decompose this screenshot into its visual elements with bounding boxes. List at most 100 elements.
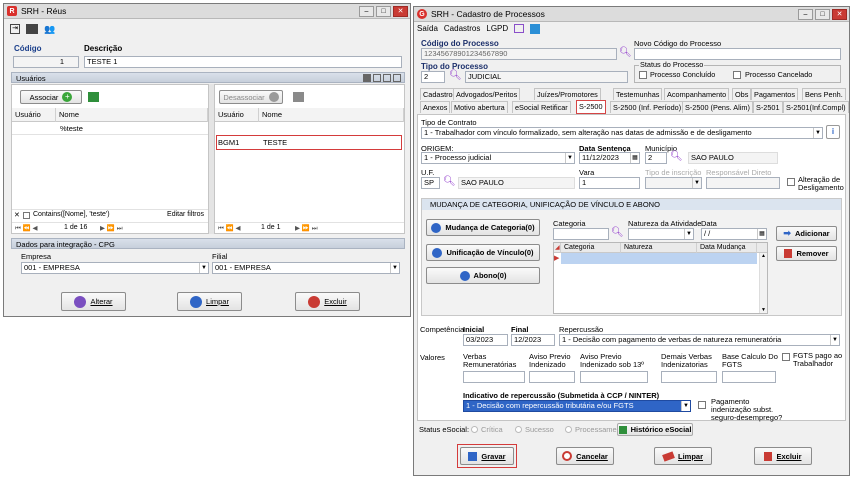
col-usuario[interactable]: Usuário (12, 108, 56, 122)
filter-checkbox[interactable] (23, 212, 30, 219)
indicativo-select[interactable]: 1 - Decisão com repercussão tributária e… (463, 400, 691, 412)
menu-cadastros[interactable]: Cadastros (444, 24, 480, 34)
table-row[interactable] (561, 253, 757, 264)
help-icon[interactable] (530, 24, 541, 34)
data-mudanca-input[interactable]: / / ▦ (701, 228, 767, 240)
codigo-processo-input[interactable]: 12345678901234567890 (421, 48, 617, 60)
excel-icon-right[interactable] (293, 92, 304, 102)
chat-icon[interactable] (514, 24, 525, 33)
descricao-input[interactable]: TESTE 1 (84, 56, 402, 68)
excluir-button[interactable]: Excluir (754, 447, 812, 465)
col-categoria[interactable]: Categoria (561, 243, 621, 253)
aviso13-input[interactable] (580, 371, 648, 383)
refresh-icon[interactable] (363, 74, 371, 82)
repercussao-select[interactable]: 1 - Decisão com pagamento de verbas de n… (559, 334, 840, 346)
search-icon[interactable]: 🔍︎ (670, 151, 683, 162)
remover-button[interactable]: Remover (776, 246, 837, 261)
maximize-button[interactable]: □ (815, 9, 830, 20)
filter-row[interactable]: %teste (12, 123, 208, 135)
fgts-checkbox[interactable] (782, 353, 790, 361)
filial-select[interactable]: 001 - EMPRESA ▼ (212, 262, 400, 274)
codigo-input[interactable]: 1 (13, 56, 79, 68)
pager-nav-icon-right[interactable]: ⏮ ⏪ ◀ (218, 224, 241, 233)
uf-code-input[interactable]: SP (421, 177, 440, 189)
tab-advogados[interactable]: Advogados/Peritos (453, 88, 521, 100)
natureza-select[interactable]: ▼ (628, 228, 694, 240)
editar-filtros-link[interactable]: Editar filtros (167, 211, 204, 218)
alterar-button[interactable]: Alterar (61, 292, 126, 311)
limpar-button[interactable]: Limpar (654, 447, 712, 465)
calendar-icon[interactable]: ▦ (630, 153, 639, 163)
historico-esocial-button[interactable]: Histórico eSocial (617, 423, 693, 436)
grid-scrollbar[interactable]: ▲ ▼ (759, 253, 767, 313)
limpar-button-left[interactable]: Limpar (177, 292, 242, 311)
cancelar-button[interactable]: Cancelar (556, 447, 614, 465)
alteracao-checkbox[interactable] (787, 178, 795, 186)
minimize-button[interactable]: – (359, 6, 374, 17)
base-input[interactable] (722, 371, 776, 383)
search-icon[interactable]: 🔍︎ (611, 227, 624, 238)
maximize-button[interactable]: □ (376, 6, 391, 17)
tab-s2500-periodo[interactable]: S-2500 (Inf. Período) (610, 101, 685, 113)
radio-critica[interactable] (471, 426, 478, 433)
origem-select[interactable]: 1 - Processo judicial ▼ (421, 152, 575, 164)
tab-s2500[interactable]: S-2500 (576, 100, 606, 114)
verbas-input[interactable] (463, 371, 525, 383)
vara-input[interactable]: 1 (579, 177, 640, 189)
tab-s2500-pens[interactable]: S-2500 (Pens. Alim) (682, 101, 753, 113)
abono-button[interactable]: Abono(0) (426, 267, 540, 284)
exit-icon[interactable]: ⇥ (10, 24, 20, 34)
col-data-mudanca[interactable]: Data Mudança (697, 243, 757, 253)
final-input[interactable]: 12/2023 (511, 334, 555, 346)
users-icon[interactable]: 👥 (44, 24, 56, 34)
tab-acompanhamento[interactable]: Acompanhamento (664, 88, 730, 100)
search-icon[interactable]: 🔍︎ (619, 47, 632, 58)
tab-obs[interactable]: Obs (732, 88, 752, 100)
adicionar-button[interactable]: ➡ Adicionar (776, 226, 837, 241)
col-natureza[interactable]: Natureza (621, 243, 697, 253)
info-icon[interactable]: i (826, 125, 840, 139)
close-button[interactable]: ✕ (832, 9, 847, 20)
municipio-code-input[interactable]: 2 (645, 152, 667, 164)
radio-processamento[interactable] (565, 426, 572, 433)
tab-bens[interactable]: Bens Penh. (802, 88, 846, 100)
pager-next-icon-right[interactable]: ▶ ⏩ ⏭ (295, 224, 318, 233)
concluido-checkbox[interactable] (639, 71, 647, 79)
data-sentenca-input[interactable]: 11/12/2023 ▦ (579, 152, 640, 164)
pager-nav-icon[interactable]: ⏮ ⏪ ◀ (15, 224, 38, 233)
minimize-button[interactable]: – (798, 9, 813, 20)
radio-sucesso[interactable] (515, 426, 522, 433)
categoria-input[interactable] (553, 228, 609, 240)
novo-codigo-input[interactable] (634, 48, 841, 60)
tab-s2501-inf[interactable]: S-2501(Inf.Compl) (783, 101, 849, 113)
calendar-icon[interactable]: ▦ (757, 229, 766, 239)
layout3-icon[interactable] (393, 74, 401, 82)
col-nome[interactable]: Nome (56, 108, 208, 122)
cancelado-checkbox[interactable] (733, 71, 741, 79)
tab-anexos[interactable]: Anexos (420, 101, 451, 113)
col-nome-right[interactable]: Nome (259, 108, 404, 122)
layout-icon[interactable] (373, 74, 381, 82)
tipo-code-input[interactable]: 2 (421, 71, 445, 83)
pagamento-checkbox[interactable] (698, 401, 706, 409)
search-icon[interactable]: 🔍︎ (443, 176, 456, 187)
empresa-select[interactable]: 001 - EMPRESA ▼ (21, 262, 209, 274)
layout2-icon[interactable] (383, 74, 391, 82)
pager-next-icon[interactable]: ▶ ⏩ ⏭ (100, 224, 123, 233)
tab-motivo[interactable]: Motivo abertura (451, 101, 508, 113)
desassociar-button[interactable]: Desassociar (219, 90, 283, 104)
tab-esocial-retificar[interactable]: eSocial Retificar (512, 101, 571, 113)
demais-input[interactable] (661, 371, 717, 383)
unificacao-vinculo-button[interactable]: Unificação de Vínculo(0) (426, 244, 540, 261)
tab-s2501[interactable]: S-2501 (753, 101, 783, 113)
mudanca-categoria-button[interactable]: Mudança de Categoria(0) (426, 219, 540, 236)
tipo-contrato-select[interactable]: 1 - Trabalhador com vínculo formalizado,… (421, 127, 823, 139)
tab-testemunhas[interactable]: Testemunhas (613, 88, 663, 100)
card-icon[interactable] (26, 24, 38, 34)
close-button[interactable]: ✕ (393, 6, 408, 17)
tab-juizes[interactable]: Juízes/Promotores (534, 88, 601, 100)
excluir-button-left[interactable]: Excluir (295, 292, 360, 311)
inicial-input[interactable]: 03/2023 (463, 334, 508, 346)
search-icon[interactable]: 🔍︎ (449, 70, 462, 81)
col-usuario-right[interactable]: Usuário (215, 108, 259, 122)
